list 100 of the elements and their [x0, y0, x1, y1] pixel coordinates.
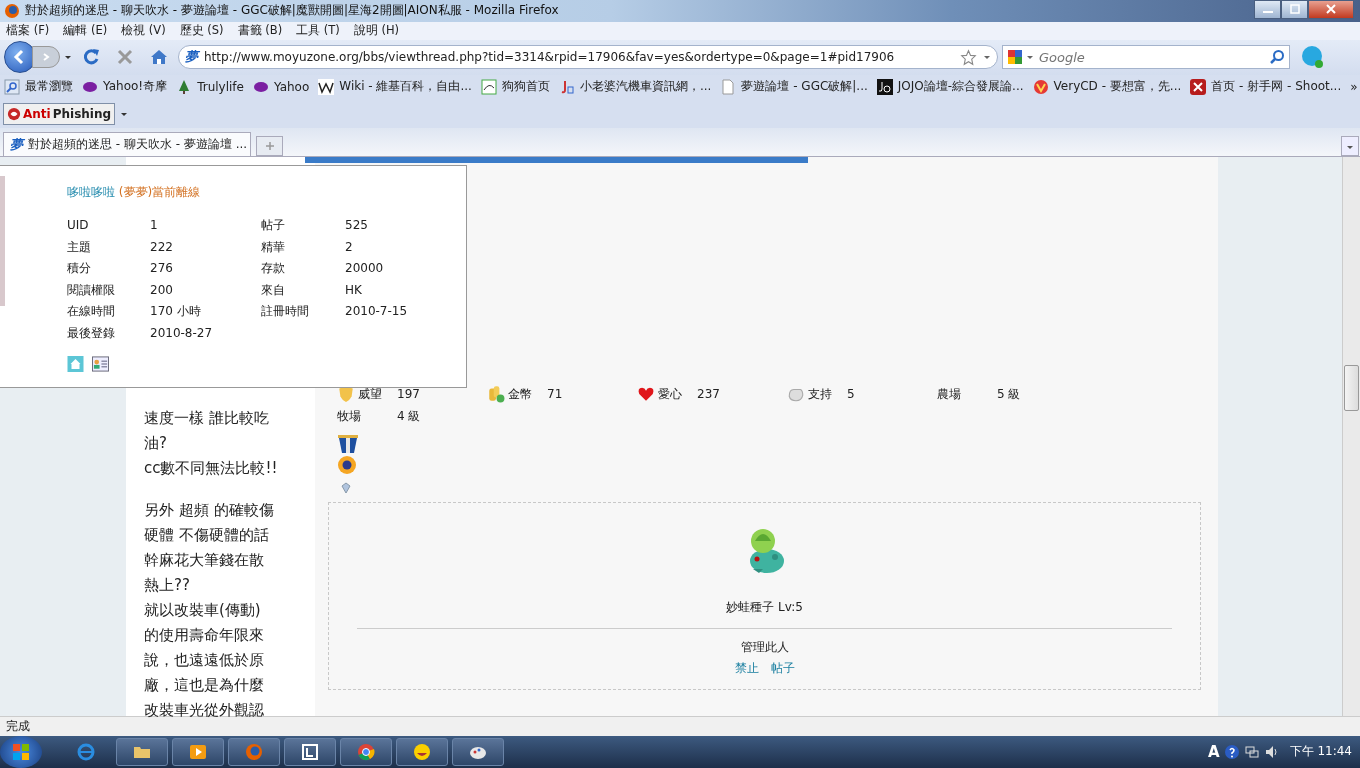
field-label: 帖子 [261, 217, 286, 234]
stat-value: 5 級 [997, 386, 1022, 404]
antiphishing-button[interactable]: Anti Phishing [3, 102, 116, 125]
stat-value: 4 級 [397, 408, 422, 426]
chrome-icon [356, 742, 376, 762]
field-label: 註冊時間 [261, 303, 310, 320]
minimize-icon [1262, 11, 1273, 13]
post-text: 速度一樣 誰比較吃 油? cc數不同無法比較!! [144, 408, 279, 480]
username-link[interactable]: 哆啦哆啦 [67, 185, 115, 200]
field-label: 在線時間 [67, 303, 116, 320]
bookmark-item[interactable]: Trulylife [176, 79, 244, 95]
dropdown-icon[interactable] [1026, 53, 1034, 62]
smiley-icon [412, 742, 432, 762]
windows-logo [11, 742, 31, 762]
stat-label: 金幣 [487, 383, 547, 406]
online-status: (夢夢)當前離線 [118, 185, 201, 200]
page-icon [720, 79, 737, 95]
field-label: 主題 [67, 238, 92, 255]
bookmark-item[interactable]: Yahoo!奇摩 [82, 78, 168, 96]
field-value: HK [345, 281, 363, 298]
field-label: 最後登錄 [67, 324, 116, 341]
admin-link[interactable]: 禁止 [734, 660, 759, 678]
url-field[interactable]: 夢 http://www.moyuzone.org/bbs/viewthread.php?tid=3314&rpid=17906&fav=yes&ordertype=0&page=1#pid17906 [178, 45, 998, 70]
bookmark-item[interactable]: 最常瀏覽 [4, 78, 73, 96]
admin-link[interactable]: 帖子 [770, 660, 795, 678]
pet-name: 妙蛙種子 Lv:5 [726, 599, 803, 617]
bookmark-label[interactable]: Yahoo!奇摩 [103, 78, 168, 96]
bookmark-label[interactable]: 狗狗首页 [501, 78, 550, 96]
bookmark-label[interactable]: Yahoo [273, 80, 310, 94]
taskbar-app-button[interactable] [172, 738, 224, 766]
play-icon [188, 742, 208, 762]
taskbar-app-button[interactable] [396, 738, 448, 766]
magnifier-icon [4, 79, 20, 95]
dropdown-icon[interactable] [64, 53, 72, 62]
shield-icon [337, 385, 355, 404]
bookmark-label[interactable]: Trulylife [197, 80, 244, 94]
field-value: 525 [345, 217, 369, 234]
stat-label: 支持 [787, 383, 847, 406]
post-text: 另外 超頻 的確較傷 硬體 不傷硬體的話 幹麻花大筆錢在散 熱上?? 就以改裝車(傳動) 的使用壽命年限來 說，也遠遠低於原 廠，這也是為什麼 改裝車光從外觀認 [144, 500, 275, 722]
bookmark-item[interactable]: Yahoo [252, 79, 310, 95]
stat-value: 5 [847, 386, 856, 404]
field-label: 來自 [261, 281, 286, 298]
scrollbar-thumb[interactable] [1344, 365, 1359, 412]
field-label: 精華 [261, 238, 286, 255]
site-icon: 夢 [185, 48, 198, 67]
profile-card-icon[interactable] [92, 355, 109, 372]
sun-icon [337, 455, 357, 476]
field-value: 1 [150, 217, 159, 234]
field-value: 2 [345, 238, 354, 255]
field-value: 170 小時 [150, 303, 202, 320]
maximize-button[interactable] [1281, 0, 1308, 19]
medal-icon [337, 435, 359, 456]
admin-title: 管理此人 [740, 639, 789, 657]
network-icon[interactable] [1243, 744, 1260, 760]
field-value: 2010-8-27 [150, 324, 214, 341]
search-icon[interactable] [1269, 49, 1285, 66]
stat-value: 237 [697, 386, 721, 404]
start-button[interactable] [0, 736, 42, 768]
minimize-button[interactable] [1254, 0, 1281, 19]
stat-label: 農場 [937, 386, 962, 404]
field-label: 閱讀權限 [67, 281, 116, 298]
wiki-icon [318, 79, 335, 95]
taskbar-app-button[interactable] [284, 738, 336, 766]
status-text: 完成 [6, 718, 30, 736]
menu-item[interactable]: 說明 (H) [353, 23, 400, 39]
dropdown-icon[interactable] [983, 53, 991, 62]
field-label: 積分 [67, 260, 92, 277]
star-icon[interactable] [960, 48, 977, 66]
maximize-icon [1289, 3, 1300, 14]
taskbar-app-button[interactable] [116, 738, 168, 766]
menu-item[interactable]: 書籤 (B) [237, 23, 283, 39]
field-value: 276 [150, 260, 174, 277]
bookmark-item[interactable]: 狗狗首页 [480, 78, 550, 96]
taskbar-app-button[interactable] [340, 738, 392, 766]
close-button[interactable] [1308, 0, 1354, 19]
field-label: UID [67, 217, 90, 234]
field-value: 20000 [345, 260, 385, 277]
clock[interactable]: 下午 11:44 [1289, 743, 1352, 761]
help-icon[interactable] [1223, 744, 1240, 760]
menu-item[interactable]: 檔案 (F) [6, 23, 50, 39]
stat-label: 牧場 [337, 408, 362, 426]
menu-item[interactable]: 工具 (T) [296, 23, 340, 39]
menu-item[interactable]: 編輯 (E) [63, 23, 108, 39]
scrollbar[interactable] [1342, 157, 1360, 717]
site-icon: 夢 [10, 135, 23, 154]
coins-icon [487, 385, 505, 404]
field-label: 存款 [261, 260, 286, 277]
taskbar-app-button[interactable] [452, 738, 504, 766]
field-value: 2010-7-15 [345, 303, 409, 320]
volume-icon[interactable] [1263, 744, 1280, 760]
bookmarks-overflow-button[interactable]: » [1350, 80, 1358, 94]
language-indicator[interactable]: A [1208, 743, 1220, 761]
field-value: 200 [150, 281, 174, 298]
menu-item[interactable]: 歷史 (S) [179, 23, 224, 39]
bookmark-label[interactable]: 最常瀏覽 [25, 78, 73, 96]
menu-item[interactable]: 檢視 (V) [121, 23, 166, 39]
search-field[interactable]: Google [1002, 45, 1290, 70]
plus-icon [264, 140, 275, 151]
window-title: 對於超頻的迷思 - 聊天吹水 - 夢遊論壇 - GGC破解|魔獸開圖|星海2開圖|AION私服 - Mozilla Firefox [25, 2, 559, 20]
browser-tab[interactable]: 夢 對於超頻的迷思 - 聊天吹水 - 夢遊論壇 ... [3, 132, 251, 157]
